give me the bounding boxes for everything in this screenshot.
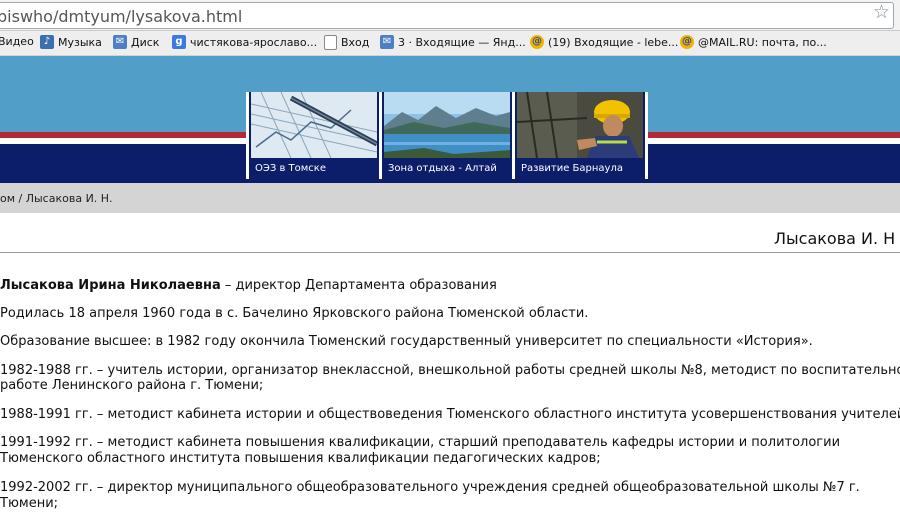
tile-caption: Развитие Барнаула: [521, 163, 623, 174]
bookmark-music[interactable]: ♪ Музыка: [40, 35, 102, 49]
birth-paragraph: Родилась 18 апреля 1960 года в с. Бачели…: [0, 306, 589, 321]
bookmark-label: @MAIL.RU: почта, по...: [698, 35, 827, 49]
lake-mountains-image: [384, 92, 510, 158]
career-1991-line1: 1991-1992 гг. – методист кабинета повыше…: [0, 435, 841, 450]
bookmark-disk[interactable]: ✉ Диск: [113, 35, 159, 49]
bookmark-login[interactable]: Вход: [324, 35, 369, 50]
bookmark-label: Видео: [0, 35, 34, 48]
bookmark-label: 3 · Входящие — Янд...: [398, 35, 526, 49]
bookmark-label: Музыка: [58, 35, 102, 49]
bookmark-star-icon[interactable]: ☆: [873, 1, 890, 23]
breadcrumb: ом / Лысакова И. Н.: [0, 183, 900, 213]
intro-paragraph: Лысакова Ирина Николаевна – директор Деп…: [0, 278, 900, 294]
career-1988: 1988-1991 гг. – методист кабинета истори…: [0, 407, 900, 422]
bookmarks-bar: Видео ♪ Музыка ✉ Диск g чистякова-яросла…: [0, 31, 900, 56]
music-icon: ♪: [40, 35, 54, 49]
url-text[interactable]: biswho/dmtyum/lysakova.html: [0, 7, 242, 26]
mail-icon: ✉: [380, 35, 394, 49]
career-1992-line2: Тюмени;: [0, 496, 59, 511]
tile-caption: ОЭЗ в Томске: [255, 163, 326, 174]
tile-caption: Зона отдыха - Алтай: [388, 163, 497, 174]
breadcrumb-text[interactable]: ом / Лысакова И. Н.: [0, 192, 113, 205]
bookmark-label: Вход: [341, 36, 370, 49]
documents-pen-image: [251, 92, 377, 158]
page-title: Лысакова И. Н: [774, 229, 896, 248]
bookmark-label: (19) Входящие - lebe...: [548, 35, 679, 49]
bookmark-video[interactable]: Видео: [0, 35, 34, 48]
career-1992-line1: 1992-2002 гг. – директор муниципального …: [0, 480, 860, 495]
bookmark-mailru[interactable]: @ @MAIL.RU: почта, по...: [680, 35, 827, 49]
tile-oez-tomsk[interactable]: ОЭЗ в Томске: [249, 92, 379, 179]
career-1982-line1: 1982-1988 гг. – учитель истории, организ…: [0, 363, 900, 378]
bookmark-label: Диск: [131, 35, 160, 49]
worker-image: [517, 92, 643, 158]
bookmark-inbox-lebe[interactable]: @ (19) Входящие - lebe...: [530, 35, 678, 49]
career-1982-line2: работе Ленинского района г. Тюмени;: [0, 378, 264, 393]
bookmark-label: чистякова-ярославо...: [190, 35, 318, 49]
title-divider: [0, 252, 900, 253]
at-icon: @: [680, 35, 694, 49]
bookmark-yandex-inbox[interactable]: ✉ 3 · Входящие — Янд...: [380, 35, 526, 49]
at-icon: @: [530, 35, 544, 49]
career-1991-line2: Тюменского областного института повышени…: [0, 451, 601, 466]
google-icon: g: [172, 35, 186, 49]
address-bar[interactable]: biswho/dmtyum/lysakova.html: [0, 2, 894, 29]
education-paragraph: Образование высшее: в 1982 году окончила…: [0, 334, 813, 349]
mail-icon: ✉: [113, 35, 127, 49]
page-icon: [324, 35, 337, 50]
tile-altai[interactable]: Зона отдыха - Алтай: [382, 92, 512, 179]
tile-barnaul[interactable]: Развитие Барнаула: [515, 92, 645, 179]
banner-tiles: ОЭЗ в Томске Зона отдыха - Алтай Развити…: [246, 92, 648, 179]
person-name: Лысакова Ирина Николаевна: [0, 278, 221, 293]
person-position: – директор Департамента образования: [220, 278, 497, 293]
bookmark-chistyakova[interactable]: g чистякова-ярославо...: [172, 35, 317, 49]
site-banner: ОЭЗ в Томске Зона отдыха - Алтай Развити…: [0, 56, 900, 183]
browser-toolbar: biswho/dmtyum/lysakova.html ☆: [0, 0, 900, 31]
